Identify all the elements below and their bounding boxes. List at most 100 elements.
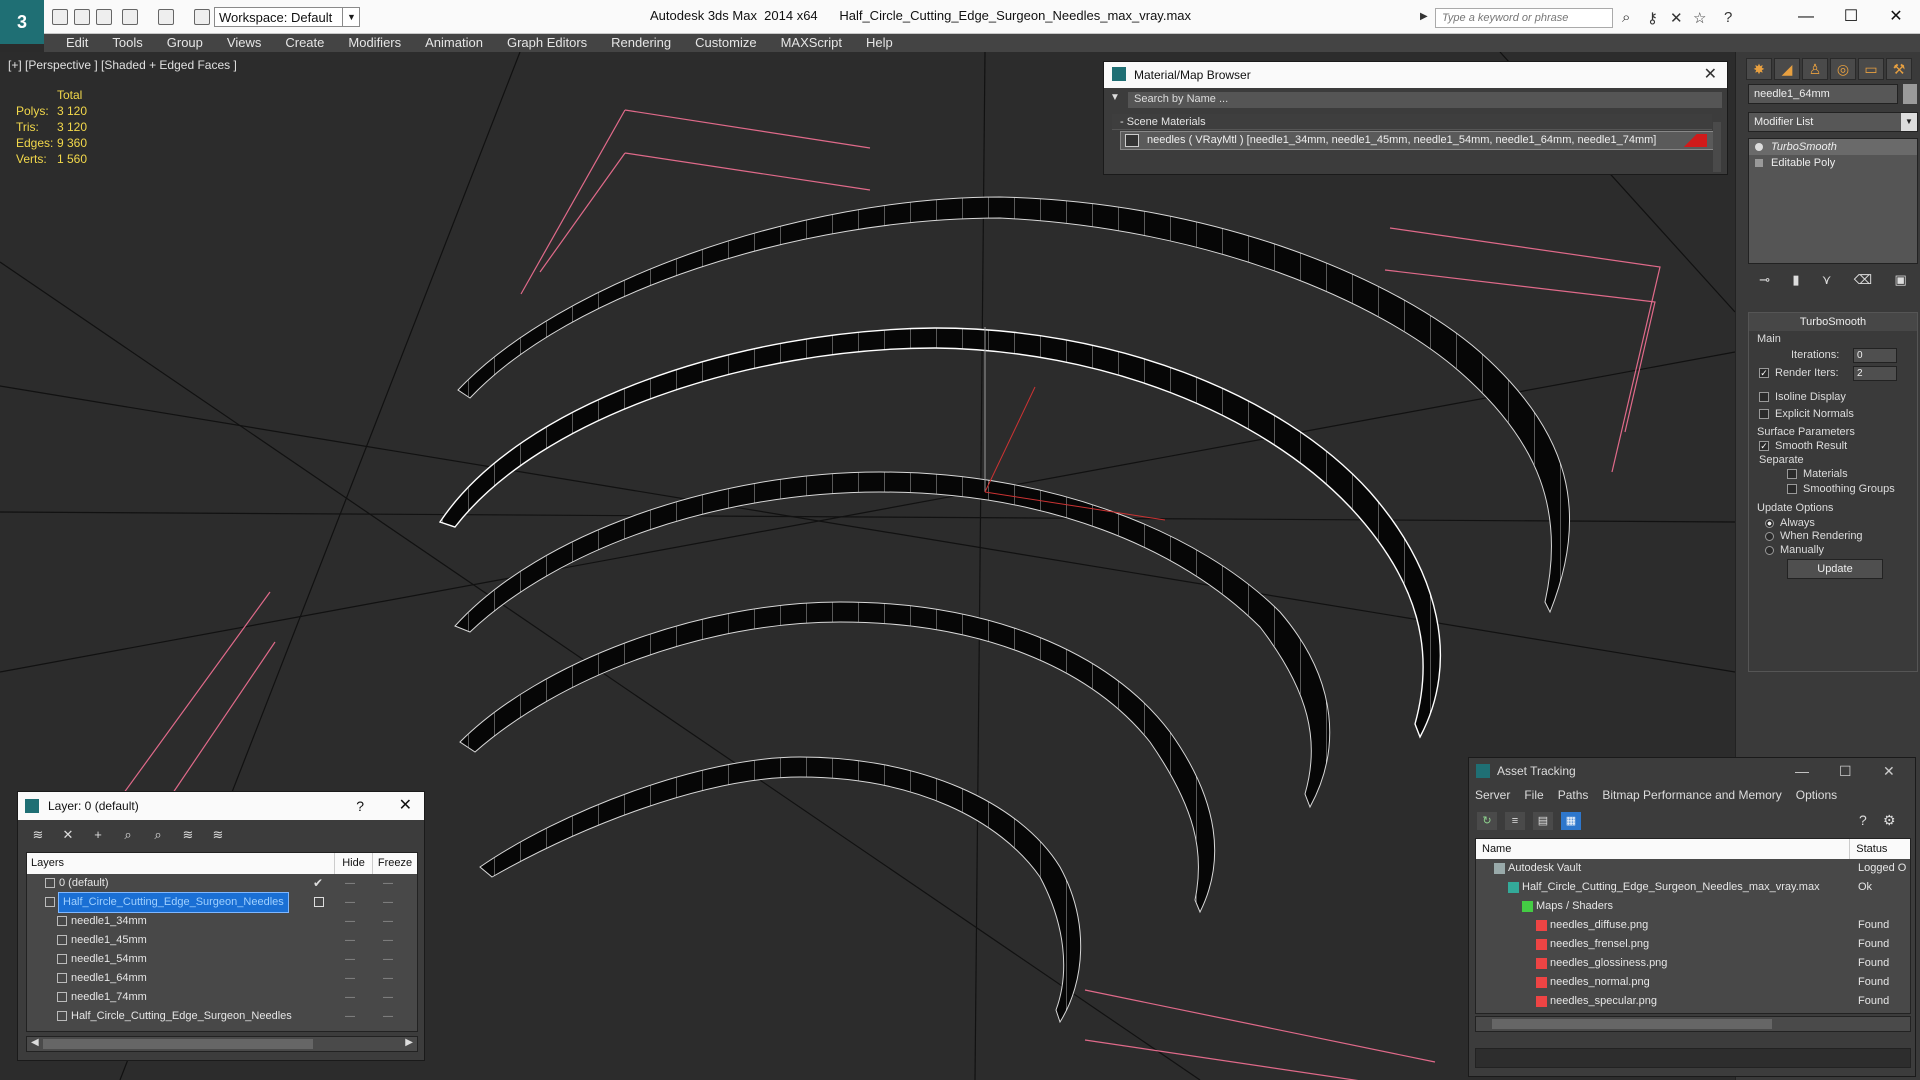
materials-checkbox[interactable]: Materials [1787, 468, 1848, 480]
open-file-icon[interactable] [74, 9, 90, 25]
asset-row[interactable]: needles_frensel.png Found [1476, 935, 1910, 954]
render-iters-spinner[interactable]: 2 [1853, 366, 1897, 381]
scrollbar-thumb[interactable] [43, 1039, 313, 1049]
menu-create[interactable]: Create [273, 34, 336, 52]
close-icon[interactable]: ✕ [399, 792, 412, 820]
chevron-down-icon[interactable]: ▼ [342, 7, 360, 27]
freeze-toggle[interactable]: — [383, 950, 393, 969]
save-file-icon[interactable] [96, 9, 112, 25]
table-view-icon[interactable]: ▦ [1561, 812, 1581, 830]
layer-name[interactable]: needle1_64mm [71, 969, 147, 988]
maximize-button[interactable]: ☐ [1828, 4, 1874, 30]
freeze-toggle[interactable]: — [383, 931, 393, 950]
material-row[interactable]: needles ( VRayMtl ) [needle1_34mm, needl… [1120, 131, 1714, 150]
layer-row[interactable]: needle1_74mm — — [27, 988, 417, 1007]
name-column-header[interactable]: Name [1476, 839, 1851, 859]
layers-column-header[interactable]: Layers [27, 853, 335, 874]
scroll-left-icon[interactable]: ◀ [31, 1037, 39, 1048]
help-button[interactable]: ? [356, 792, 364, 820]
exchange-icon[interactable]: ✕ [1670, 9, 1683, 27]
smoothing-groups-checkbox[interactable]: Smoothing Groups [1787, 483, 1895, 495]
object-name-field[interactable]: needle1_64mm [1748, 84, 1898, 104]
freeze-column-header[interactable]: Freeze [373, 853, 417, 874]
object-color-swatch[interactable] [1903, 84, 1917, 104]
set-active-layer-icon[interactable] [314, 897, 324, 907]
active-layer-check-icon[interactable]: ✔ [313, 874, 323, 893]
layer-name[interactable]: Half_Circle_Cutting_Edge_Surgeon_Needles [71, 1007, 292, 1026]
motion-tab-icon[interactable]: ◎ [1830, 58, 1856, 80]
vault-help-icon[interactable]: ? [1859, 812, 1867, 828]
hide-toggle[interactable]: — [345, 931, 355, 950]
list-view-icon[interactable]: ≡ [1505, 812, 1525, 830]
layer-name[interactable]: Half_Circle_Cutting_Edge_Surgeon_Needles [58, 892, 289, 913]
render-iters-checkbox[interactable]: ✓ Render Iters: [1759, 367, 1839, 379]
asset-menu-file[interactable]: File [1524, 788, 1543, 802]
configure-sets-icon[interactable]: ▣ [1895, 272, 1907, 294]
rollout-title[interactable]: TurboSmooth [1749, 313, 1917, 331]
layer-name[interactable]: 0 (default) [59, 874, 109, 893]
layer-row[interactable]: needle1_54mm — — [27, 950, 417, 969]
layer-row[interactable]: needle1_45mm — — [27, 931, 417, 950]
project-folder-icon[interactable] [194, 9, 210, 25]
pin-stack-icon[interactable]: ⊸ [1759, 272, 1770, 294]
show-end-result-icon[interactable]: ▮ [1792, 272, 1799, 294]
asset-tracking-titlebar[interactable]: Asset Tracking — ☐ ✕ [1469, 758, 1915, 785]
asset-row[interactable]: needles_specular.png Found [1476, 992, 1910, 1011]
refresh-icon[interactable]: ↻ [1477, 812, 1497, 830]
freeze-toggle[interactable]: — [383, 874, 393, 893]
hide-toggle[interactable]: — [345, 912, 355, 931]
create-layer-icon[interactable]: ≋ [28, 826, 48, 844]
update-button[interactable]: Update [1787, 559, 1883, 579]
menu-group[interactable]: Group [155, 34, 215, 52]
layer-name[interactable]: needle1_45mm [71, 931, 147, 950]
material-search-input[interactable]: Search by Name ... [1128, 92, 1722, 108]
freeze-all-layers-icon[interactable]: ≋ [208, 826, 228, 844]
workspace-dropdown[interactable]: Workspace: Default [214, 7, 360, 27]
vault-settings-icon[interactable]: ⚙ [1883, 812, 1896, 829]
asset-menu-bitmap[interactable]: Bitmap Performance and Memory [1602, 788, 1781, 802]
minimize-button[interactable]: — [1783, 4, 1829, 30]
asset-row[interactable]: Autodesk Vault Logged O [1476, 859, 1910, 878]
layer-name[interactable]: needle1_34mm [71, 912, 147, 931]
always-radio[interactable]: Always [1765, 517, 1815, 529]
utilities-tab-icon[interactable]: ⚒ [1886, 58, 1912, 80]
status-column-header[interactable]: Status [1850, 839, 1910, 859]
viewport-label[interactable]: [+] [Perspective ] [Shaded + Edged Faces… [8, 58, 237, 72]
add-to-layer-icon[interactable]: + [88, 826, 108, 844]
lightbulb-icon[interactable] [1755, 143, 1763, 151]
layer-row[interactable]: 0 (default) ✔ — — [27, 874, 417, 893]
stack-item-turbosmooth[interactable]: TurboSmooth [1749, 139, 1917, 155]
create-tab-icon[interactable]: ✸ [1746, 58, 1772, 80]
layer-name[interactable]: needle1_54mm [71, 950, 147, 969]
iterations-spinner[interactable]: 0 [1853, 348, 1897, 363]
hide-toggle[interactable]: — [345, 893, 355, 912]
freeze-toggle[interactable]: — [383, 893, 393, 912]
asset-row[interactable]: needles_normal.png Found [1476, 973, 1910, 992]
highlight-layer-icon[interactable]: ⌕ [148, 826, 168, 844]
menu-graph-editors[interactable]: Graph Editors [495, 34, 599, 52]
horizontal-scrollbar[interactable]: ◀ ▶ [26, 1036, 418, 1052]
make-unique-icon[interactable]: ⋎ [1822, 272, 1832, 294]
remove-modifier-icon[interactable]: ⌫ [1854, 272, 1872, 294]
asset-row[interactable]: needles_glossiness.png Found [1476, 954, 1910, 973]
minimize-button[interactable]: — [1795, 758, 1809, 785]
asset-menu-server[interactable]: Server [1475, 788, 1510, 802]
asset-menu-paths[interactable]: Paths [1558, 788, 1589, 802]
scrollbar-thumb[interactable] [1492, 1019, 1772, 1029]
hide-all-layers-icon[interactable]: ≋ [178, 826, 198, 844]
close-button[interactable]: ✕ [1873, 4, 1919, 30]
scroll-right-icon[interactable]: ▶ [405, 1037, 413, 1048]
menu-tools[interactable]: Tools [100, 34, 154, 52]
hide-toggle[interactable]: — [345, 988, 355, 1007]
smooth-result-checkbox[interactable]: ✓ Smooth Result [1759, 440, 1847, 452]
menu-views[interactable]: Views [215, 34, 273, 52]
chevron-down-icon[interactable]: ▼ [1901, 113, 1917, 131]
explicit-normals-checkbox[interactable]: Explicit Normals [1759, 408, 1854, 420]
asset-row[interactable]: Half_Circle_Cutting_Edge_Surgeon_Needles… [1476, 878, 1910, 897]
freeze-toggle[interactable]: — [383, 1007, 393, 1026]
hide-toggle[interactable]: — [345, 1007, 355, 1026]
app-logo-icon[interactable]: 3 [0, 0, 44, 44]
asset-menu-options[interactable]: Options [1796, 788, 1837, 802]
layer-row[interactable]: needle1_64mm — — [27, 969, 417, 988]
key-icon[interactable]: ⚷ [1647, 9, 1658, 27]
